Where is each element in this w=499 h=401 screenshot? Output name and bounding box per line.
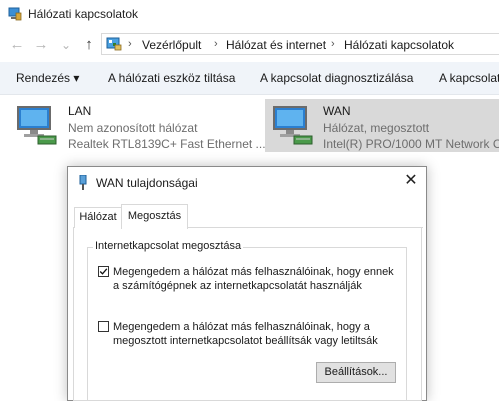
adapter-name: LAN bbox=[68, 104, 92, 118]
forward-arrow-icon[interactable]: → bbox=[32, 36, 50, 54]
breadcrumb-network-internet[interactable]: Hálózat és internet bbox=[226, 38, 326, 52]
network-adapter-icon bbox=[17, 106, 57, 145]
up-arrow-icon[interactable]: ↑ bbox=[80, 36, 98, 54]
window-title: Hálózati kapcsolatok bbox=[28, 7, 139, 21]
breadcrumb-separator: › bbox=[128, 38, 132, 50]
checkbox-unchecked[interactable] bbox=[98, 321, 109, 332]
diagnose-connection-command[interactable]: A kapcsolat diagnosztizálása bbox=[260, 71, 413, 85]
tab-sharing[interactable]: Megosztás bbox=[121, 204, 188, 229]
more-connection-command[interactable]: A kapcsolat bbox=[439, 71, 499, 85]
close-icon[interactable]: ✕ bbox=[403, 172, 419, 190]
control-option-line: megosztott internetkapcsolatot beállítsá… bbox=[113, 335, 378, 347]
checkbox-checked-icon[interactable] bbox=[98, 266, 109, 277]
breadcrumb-network-connections[interactable]: Hálózati kapcsolatok bbox=[344, 38, 454, 52]
tab-network[interactable]: Hálózat bbox=[74, 207, 122, 228]
control-option-label: Megengedem a hálózat más felhasználóinak… bbox=[113, 320, 378, 348]
adapter-name: WAN bbox=[323, 104, 351, 118]
breadcrumb-separator: › bbox=[214, 38, 218, 50]
settings-button[interactable]: Beállítások... bbox=[316, 362, 396, 383]
adapter-device: Intel(R) PRO/1000 MT Network C... bbox=[323, 137, 499, 151]
adapter-device: Realtek RTL8139C+ Fast Ethernet ... bbox=[68, 137, 266, 151]
share-option-line: Megengedem a hálózat más felhasználóinak… bbox=[113, 266, 394, 278]
share-option-label: Megengedem a hálózat más felhasználóinak… bbox=[113, 265, 394, 293]
network-connections-icon bbox=[8, 7, 22, 21]
breadcrumb-separator: › bbox=[331, 38, 335, 50]
network-plug-icon bbox=[79, 175, 87, 190]
adapter-status: Hálózat, megosztott bbox=[323, 121, 430, 135]
network-adapter-icon bbox=[273, 106, 313, 145]
adapter-status: Nem azonosított hálózat bbox=[68, 121, 198, 135]
back-arrow-icon[interactable]: ← bbox=[8, 36, 26, 54]
organize-menu[interactable]: Rendezés ▾ bbox=[16, 71, 79, 85]
group-label: Internetkapcsolat megosztása bbox=[93, 240, 244, 252]
breadcrumb-control-panel[interactable]: Vezérlőpult bbox=[142, 38, 201, 52]
control-panel-icon bbox=[106, 37, 122, 51]
dialog-title: WAN tulajdonságai bbox=[96, 176, 198, 190]
control-option-line: Megengedem a hálózat más felhasználóinak… bbox=[113, 321, 370, 333]
share-option-line: a számítógépnek az internetkapcsolatát h… bbox=[113, 280, 362, 292]
dropdown-icon[interactable]: ⌄ bbox=[57, 36, 75, 54]
disable-device-command[interactable]: A hálózati eszköz tiltása bbox=[108, 71, 235, 85]
